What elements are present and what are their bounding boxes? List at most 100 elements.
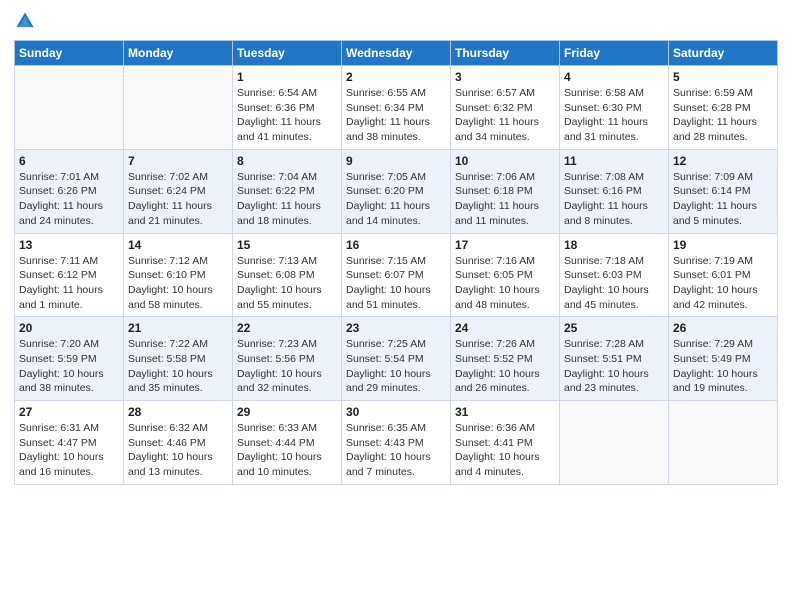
day-info: Sunrise: 7:28 AMSunset: 5:51 PMDaylight:… [564,337,664,396]
calendar-cell: 18 Sunrise: 7:18 AMSunset: 6:03 PMDayligh… [560,233,669,317]
day-number: 14 [128,238,228,252]
weekday-header-wednesday: Wednesday [342,41,451,66]
day-number: 28 [128,405,228,419]
day-number: 24 [455,321,555,335]
logo-icon [14,10,36,32]
day-info: Sunrise: 7:13 AMSunset: 6:08 PMDaylight:… [237,254,337,313]
day-info: Sunrise: 7:06 AMSunset: 6:18 PMDaylight:… [455,170,555,229]
calendar-cell: 5 Sunrise: 6:59 AMSunset: 6:28 PMDaylight… [669,66,778,150]
weekday-header-thursday: Thursday [451,41,560,66]
day-number: 25 [564,321,664,335]
day-info: Sunrise: 7:05 AMSunset: 6:20 PMDaylight:… [346,170,446,229]
calendar-cell [560,401,669,485]
day-number: 4 [564,70,664,84]
day-info: Sunrise: 7:25 AMSunset: 5:54 PMDaylight:… [346,337,446,396]
day-info: Sunrise: 6:35 AMSunset: 4:43 PMDaylight:… [346,421,446,480]
day-info: Sunrise: 7:02 AMSunset: 6:24 PMDaylight:… [128,170,228,229]
day-number: 26 [673,321,773,335]
page: SundayMondayTuesdayWednesdayThursdayFrid… [0,0,792,612]
day-number: 10 [455,154,555,168]
week-row-5: 27 Sunrise: 6:31 AMSunset: 4:47 PMDayligh… [15,401,778,485]
day-number: 6 [19,154,119,168]
day-info: Sunrise: 7:11 AMSunset: 6:12 PMDaylight:… [19,254,119,313]
weekday-header-monday: Monday [124,41,233,66]
day-number: 18 [564,238,664,252]
calendar-cell: 7Sunrise: 7:02 AMSunset: 6:24 PMDaylight… [124,149,233,233]
calendar-cell: 29 Sunrise: 6:33 AMSunset: 4:44 PMDayligh… [233,401,342,485]
header [14,10,778,32]
calendar-cell: 2 Sunrise: 6:55 AMSunset: 6:34 PMDaylight… [342,66,451,150]
calendar-cell: 16 Sunrise: 7:15 AMSunset: 6:07 PMDayligh… [342,233,451,317]
day-info: Sunrise: 7:20 AMSunset: 5:59 PMDaylight:… [19,337,119,396]
weekday-header-sunday: Sunday [15,41,124,66]
day-info: Sunrise: 7:01 AMSunset: 6:26 PMDaylight:… [19,170,119,229]
calendar-cell: 4 Sunrise: 6:58 AMSunset: 6:30 PMDaylight… [560,66,669,150]
day-number: 1 [237,70,337,84]
day-info: Sunrise: 6:54 AMSunset: 6:36 PMDaylight:… [237,86,337,145]
day-number: 17 [455,238,555,252]
day-info: Sunrise: 7:19 AMSunset: 6:01 PMDaylight:… [673,254,773,313]
day-info: Sunrise: 7:18 AMSunset: 6:03 PMDaylight:… [564,254,664,313]
day-number: 12 [673,154,773,168]
calendar-cell: 10 Sunrise: 7:06 AMSunset: 6:18 PMDayligh… [451,149,560,233]
day-info: Sunrise: 6:57 AMSunset: 6:32 PMDaylight:… [455,86,555,145]
day-info: Sunrise: 7:09 AMSunset: 6:14 PMDaylight:… [673,170,773,229]
day-number: 9 [346,154,446,168]
day-info: Sunrise: 6:36 AMSunset: 4:41 PMDaylight:… [455,421,555,480]
day-info: Sunrise: 7:23 AMSunset: 5:56 PMDaylight:… [237,337,337,396]
day-number: 16 [346,238,446,252]
day-number: 29 [237,405,337,419]
calendar-cell: 15Sunrise: 7:13 AMSunset: 6:08 PMDayligh… [233,233,342,317]
day-number: 20 [19,321,119,335]
day-number: 30 [346,405,446,419]
day-info: Sunrise: 6:33 AMSunset: 4:44 PMDaylight:… [237,421,337,480]
calendar-cell: 11Sunrise: 7:08 AMSunset: 6:16 PMDayligh… [560,149,669,233]
calendar-cell: 19 Sunrise: 7:19 AMSunset: 6:01 PMDayligh… [669,233,778,317]
weekday-header-tuesday: Tuesday [233,41,342,66]
calendar-cell [124,66,233,150]
week-row-2: 6 Sunrise: 7:01 AMSunset: 6:26 PMDaylight… [15,149,778,233]
day-info: Sunrise: 7:12 AMSunset: 6:10 PMDaylight:… [128,254,228,313]
day-number: 19 [673,238,773,252]
day-number: 21 [128,321,228,335]
day-number: 23 [346,321,446,335]
calendar-cell: 31 Sunrise: 6:36 AMSunset: 4:41 PMDayligh… [451,401,560,485]
day-info: Sunrise: 6:31 AMSunset: 4:47 PMDaylight:… [19,421,119,480]
calendar-cell: 24 Sunrise: 7:26 AMSunset: 5:52 PMDayligh… [451,317,560,401]
weekday-header-row: SundayMondayTuesdayWednesdayThursdayFrid… [15,41,778,66]
day-info: Sunrise: 7:16 AMSunset: 6:05 PMDaylight:… [455,254,555,313]
day-info: Sunrise: 7:26 AMSunset: 5:52 PMDaylight:… [455,337,555,396]
day-info: Sunrise: 7:22 AMSunset: 5:58 PMDaylight:… [128,337,228,396]
calendar-cell: 25 Sunrise: 7:28 AMSunset: 5:51 PMDayligh… [560,317,669,401]
day-info: Sunrise: 6:55 AMSunset: 6:34 PMDaylight:… [346,86,446,145]
calendar-cell: 14 Sunrise: 7:12 AMSunset: 6:10 PMDayligh… [124,233,233,317]
day-info: Sunrise: 7:29 AMSunset: 5:49 PMDaylight:… [673,337,773,396]
day-info: Sunrise: 6:32 AMSunset: 4:46 PMDaylight:… [128,421,228,480]
day-number: 5 [673,70,773,84]
calendar-cell: 13 Sunrise: 7:11 AMSunset: 6:12 PMDayligh… [15,233,124,317]
calendar-cell: 28 Sunrise: 6:32 AMSunset: 4:46 PMDayligh… [124,401,233,485]
weekday-header-friday: Friday [560,41,669,66]
calendar-cell: 1 Sunrise: 6:54 AMSunset: 6:36 PMDaylight… [233,66,342,150]
calendar-cell: 22Sunrise: 7:23 AMSunset: 5:56 PMDayligh… [233,317,342,401]
day-info: Sunrise: 6:58 AMSunset: 6:30 PMDaylight:… [564,86,664,145]
day-info: Sunrise: 6:59 AMSunset: 6:28 PMDaylight:… [673,86,773,145]
day-number: 31 [455,405,555,419]
calendar-cell: 26 Sunrise: 7:29 AMSunset: 5:49 PMDayligh… [669,317,778,401]
calendar-cell: 30 Sunrise: 6:35 AMSunset: 4:43 PMDayligh… [342,401,451,485]
calendar-cell: 23 Sunrise: 7:25 AMSunset: 5:54 PMDayligh… [342,317,451,401]
calendar: SundayMondayTuesdayWednesdayThursdayFrid… [14,40,778,485]
calendar-cell: 12 Sunrise: 7:09 AMSunset: 6:14 PMDayligh… [669,149,778,233]
day-number: 27 [19,405,119,419]
day-number: 2 [346,70,446,84]
day-number: 8 [237,154,337,168]
calendar-cell: 17 Sunrise: 7:16 AMSunset: 6:05 PMDayligh… [451,233,560,317]
day-info: Sunrise: 7:04 AMSunset: 6:22 PMDaylight:… [237,170,337,229]
day-info: Sunrise: 7:15 AMSunset: 6:07 PMDaylight:… [346,254,446,313]
day-number: 13 [19,238,119,252]
logo [14,10,38,32]
week-row-1: 1 Sunrise: 6:54 AMSunset: 6:36 PMDaylight… [15,66,778,150]
calendar-cell [15,66,124,150]
calendar-cell [669,401,778,485]
calendar-cell: 20 Sunrise: 7:20 AMSunset: 5:59 PMDayligh… [15,317,124,401]
